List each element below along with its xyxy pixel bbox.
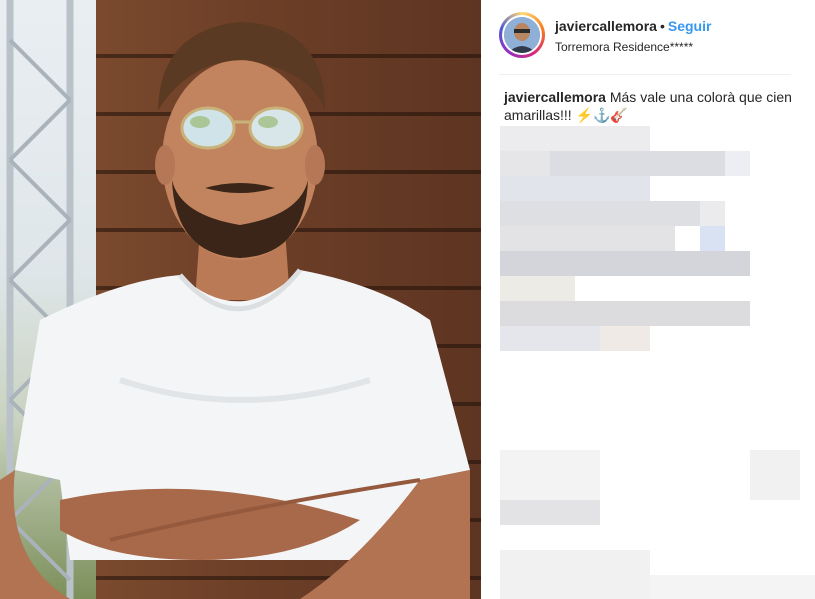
story-ring[interactable] [499, 12, 545, 58]
blurred-comments [500, 126, 800, 351]
separator-dot: • [659, 18, 665, 34]
location-link[interactable]: Torremora Residence***** [555, 40, 711, 54]
post-photo[interactable] [0, 0, 481, 599]
person-figure [0, 22, 470, 599]
post-header: javiercallemora • Seguir Torremora Residen… [499, 12, 799, 64]
post-side-panel: javiercallemora • Seguir Torremora Residen… [481, 0, 815, 599]
profile-avatar-icon[interactable] [504, 17, 540, 53]
post-caption: javiercallemora Más vale una colorà que … [504, 88, 794, 124]
blurred-footer [495, 450, 815, 599]
username-link[interactable]: javiercallemora [555, 18, 657, 34]
follow-button[interactable]: Seguir [668, 18, 712, 34]
caption-username-link[interactable]: javiercallemora [504, 89, 606, 105]
header-divider [499, 74, 791, 75]
